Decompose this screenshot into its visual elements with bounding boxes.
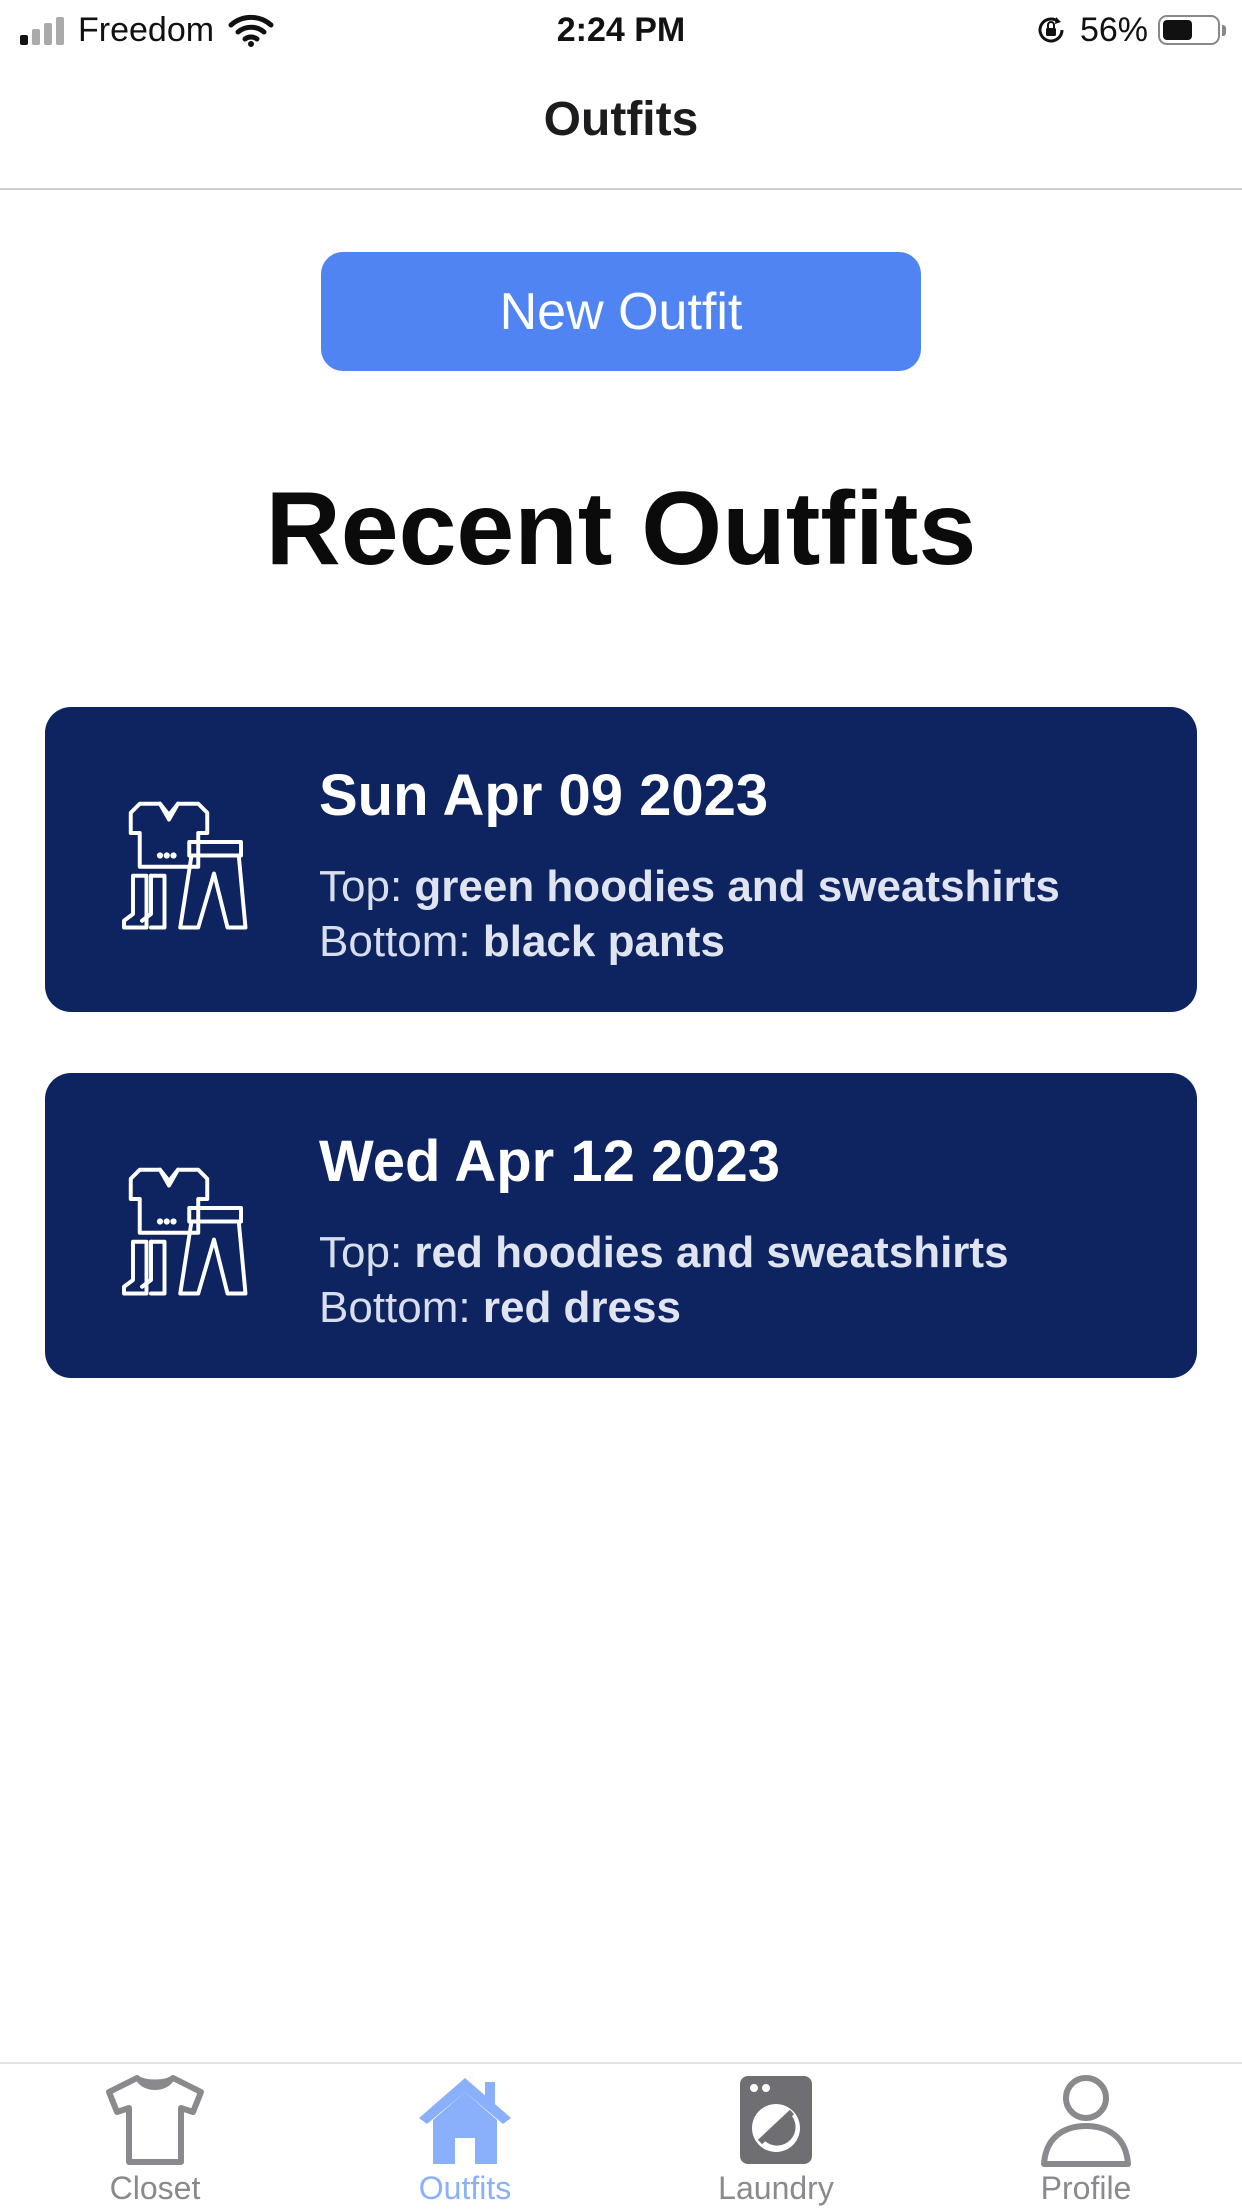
recent-outfits-heading: Recent Outfits — [265, 471, 977, 587]
tab-label: Laundry — [718, 2170, 834, 2206]
outfit-top-line: Top: green hoodies and sweatshirts — [319, 862, 1060, 912]
clothes-icon — [122, 1167, 248, 1296]
new-outfit-button[interactable]: New Outfit — [321, 252, 921, 371]
tab-closet[interactable]: Closet — [0, 2064, 310, 2210]
battery-cap — [1222, 24, 1226, 36]
outfit-card[interactable]: Sun Apr 09 2023 Top: green hoodies and s… — [45, 707, 1197, 1012]
status-right: 56% — [1034, 10, 1226, 50]
outfit-bottom-value: black pants — [482, 917, 725, 966]
bottom-prefix: Bottom: — [319, 917, 483, 966]
tab-label: Closet — [109, 2170, 201, 2206]
tab-label: Profile — [1040, 2170, 1132, 2206]
tab-profile[interactable]: Profile — [931, 2064, 1241, 2210]
orientation-lock-icon — [1038, 17, 1064, 43]
top-prefix: Top: — [319, 1228, 415, 1277]
tab-label: Outfits — [418, 2170, 512, 2206]
tab-laundry[interactable]: Laundry — [621, 2064, 931, 2210]
outfit-card[interactable]: Wed Apr 12 2023 Top: red hoodies and swe… — [45, 1073, 1197, 1378]
outfit-date: Wed Apr 12 2023 — [319, 1129, 780, 1194]
tab-bar: Closet Outfits Laundry Profile — [0, 2062, 1242, 2208]
outfit-bottom-value: red dress — [482, 1283, 681, 1332]
bottom-prefix: Bottom: — [319, 1283, 483, 1332]
outfit-top-value: red hoodies and sweatshirts — [414, 1228, 1009, 1277]
battery-icon — [1158, 15, 1220, 45]
top-prefix: Top: — [319, 862, 415, 911]
navigation-bar: Outfits — [0, 62, 1242, 190]
status-bar: Freedom 2:24 PM 56% — [0, 0, 1242, 62]
tab-outfits[interactable]: Outfits — [310, 2064, 620, 2210]
clothes-icon — [122, 801, 248, 930]
outfit-top-value: green hoodies and sweatshirts — [414, 862, 1060, 911]
battery-percent: 56% — [1079, 11, 1148, 49]
washing-machine-icon — [740, 2076, 812, 2164]
battery-level — [1163, 20, 1192, 40]
page-title: Outfits — [543, 93, 699, 146]
outfit-bottom-line: Bottom: black pants — [319, 917, 725, 967]
outfit-top-line: Top: red hoodies and sweatshirts — [319, 1228, 1009, 1278]
outfit-list: Sun Apr 09 2023 Top: green hoodies and s… — [45, 707, 1197, 1439]
person-icon — [1041, 2075, 1131, 2167]
house-icon — [419, 2078, 511, 2164]
outfit-bottom-line: Bottom: red dress — [319, 1283, 681, 1333]
outfit-date: Sun Apr 09 2023 — [319, 763, 769, 828]
tshirt-icon — [106, 2075, 204, 2165]
